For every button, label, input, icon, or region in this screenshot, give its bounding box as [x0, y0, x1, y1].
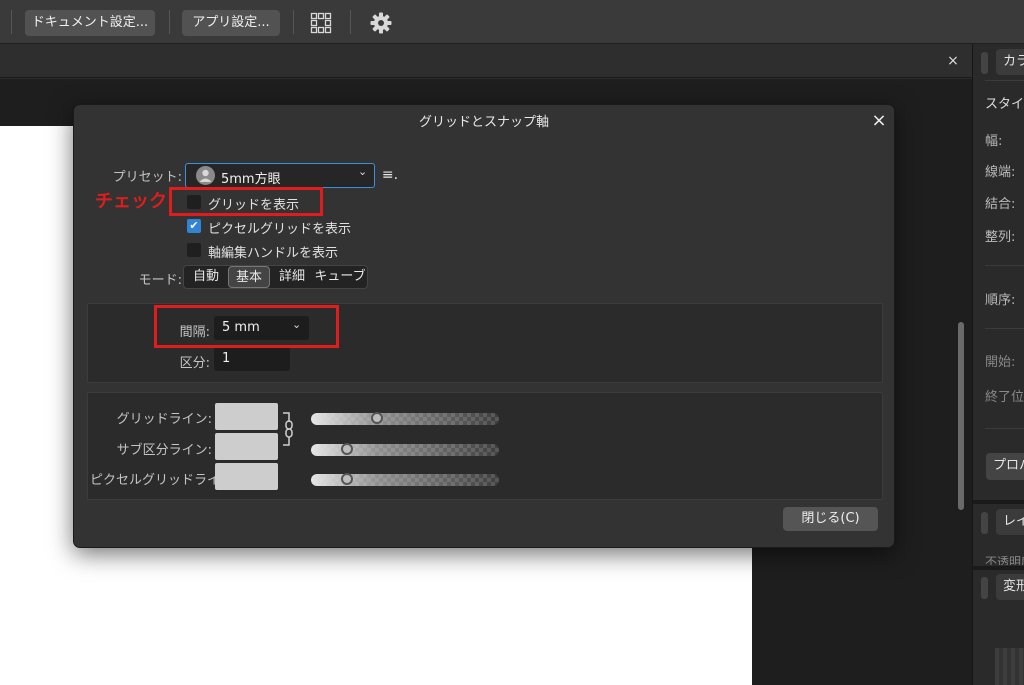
panel-grip[interactable] — [981, 577, 988, 599]
axis-handle-label: 軸編集ハンドルを表示 — [208, 246, 339, 261]
pixel-grid-label: ピクセルグリッドを表示 — [208, 222, 352, 237]
toolbar-separator — [11, 10, 12, 34]
mode-cube-tab[interactable]: キューブ — [314, 266, 366, 288]
close-dialog-button[interactable]: 閉じる(C) — [783, 507, 878, 531]
stroke-style-label: スタイル — [985, 97, 1024, 112]
grid-line-label: グリッドライン: — [116, 412, 212, 427]
slider-knob[interactable] — [341, 473, 353, 485]
dialog-close-icon[interactable]: × — [868, 110, 890, 132]
preset-label: プリセット: — [112, 170, 182, 185]
pixel-grid-checkbox[interactable]: ✔ — [187, 219, 201, 233]
gear-icon[interactable] — [369, 11, 393, 35]
user-preset-icon — [196, 166, 215, 185]
toolbar-separator — [350, 10, 351, 34]
panel-separator — [973, 500, 1024, 504]
layers-panel-tab[interactable]: レイヤー — [996, 509, 1024, 535]
subdivision-line-color-swatch[interactable] — [215, 433, 278, 460]
opacity-label: 不透明度 — [985, 555, 1024, 565]
mode-label: モード: — [138, 273, 182, 288]
tab-close-button[interactable]: × — [944, 52, 962, 70]
panel-divider — [985, 265, 1024, 266]
stroke-width-label: 幅: — [985, 134, 1003, 149]
preset-value: 5mm方眼 — [221, 172, 281, 187]
mode-auto-tab[interactable]: 自動 — [185, 266, 227, 288]
dialog-title: グリッドとスナップ軸 — [418, 115, 549, 130]
stroke-cap-label: 線端: — [985, 165, 1016, 180]
canvas-scrollbar[interactable] — [958, 322, 964, 510]
transform-panel-tab[interactable]: 変形 — [996, 574, 1024, 600]
pixel-grid-line-color-swatch[interactable] — [215, 463, 278, 490]
subdivision-line-label: サブ区分ライン: — [116, 443, 212, 458]
annotation-box-spacing — [154, 305, 339, 348]
transform-anchor-icon[interactable] — [995, 648, 1024, 685]
slider-knob[interactable] — [341, 443, 353, 455]
divisions-label: 区分: — [179, 356, 210, 371]
panel-grip[interactable] — [981, 52, 988, 74]
snapping-grid-icon[interactable] — [310, 12, 332, 34]
pixel-grid-line-opacity-slider[interactable] — [311, 474, 499, 486]
stroke-order-label: 順序: — [985, 293, 1016, 308]
app-settings-button[interactable]: アプリ設定... — [182, 10, 280, 36]
annotation-check-text: チェック — [95, 191, 167, 212]
divisions-field[interactable]: 1 — [214, 347, 290, 371]
annotation-box-show-grid — [169, 187, 323, 216]
panel-grip[interactable] — [981, 512, 988, 534]
pixel-grid-line-label: ピクセルグリッドライン: — [90, 473, 238, 488]
toolbar-separator — [169, 10, 170, 34]
mode-detail-tab[interactable]: 詳細 — [271, 266, 313, 288]
panel-divider — [985, 328, 1024, 329]
panel-separator — [973, 566, 1024, 570]
preset-menu-button[interactable]: ≡. — [378, 163, 402, 188]
document-settings-button[interactable]: ドキュメント設定... — [25, 10, 155, 36]
link-colors-icon[interactable] — [281, 410, 297, 448]
color-panel-tab[interactable]: カラー — [996, 49, 1024, 75]
stroke-join-label: 結合: — [985, 197, 1016, 212]
arrow-start-label: 開始: — [985, 355, 1016, 370]
slider-knob[interactable] — [371, 412, 383, 424]
subdivision-line-opacity-slider[interactable] — [311, 444, 499, 456]
toolbar-separator — [293, 10, 294, 34]
grid-line-opacity-slider[interactable] — [311, 413, 499, 425]
stroke-align-label: 整列: — [985, 230, 1016, 245]
mode-basic-tab[interactable]: 基本 — [228, 266, 270, 288]
axis-handle-checkbox[interactable] — [187, 243, 201, 257]
panel-divider — [985, 80, 1024, 81]
properties-button[interactable]: プロパティ — [986, 453, 1024, 480]
arrow-end-label: 終了位置 — [985, 390, 1024, 405]
panel-divider — [985, 428, 1024, 429]
grid-line-color-swatch[interactable] — [215, 403, 278, 430]
document-tab-strip — [0, 44, 972, 78]
chevron-down-icon: ⌄ — [358, 165, 368, 178]
